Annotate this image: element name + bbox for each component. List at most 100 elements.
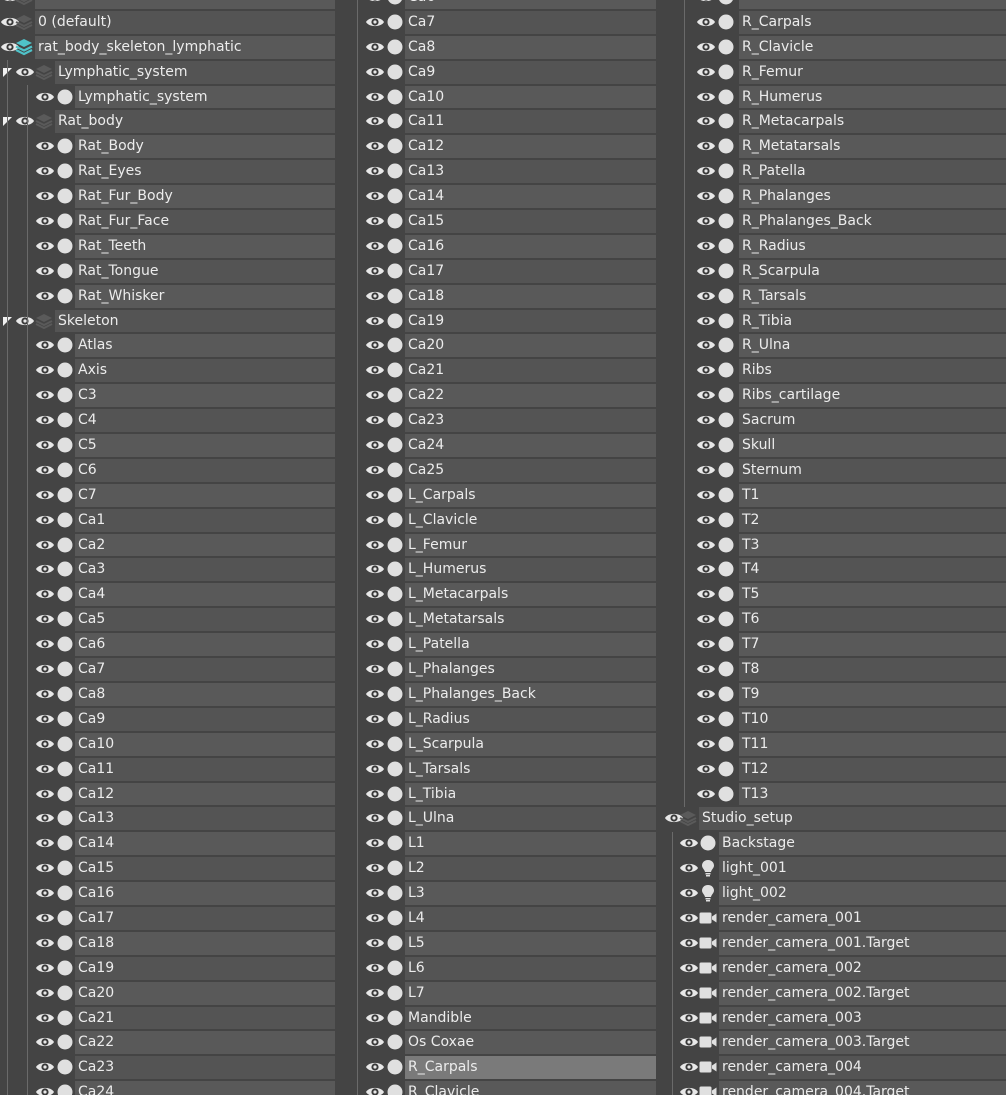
outliner-row[interactable]: Ca15 bbox=[340, 209, 656, 234]
scene-explorer-column-2[interactable]: Ca6 Ca7 Ca8 Ca9 Ca10 Ca11 Ca12 Ca13 Ca14 Ca15 Ca16… bbox=[340, 0, 656, 1095]
outliner-row[interactable]: R_Ulna bbox=[664, 333, 1006, 358]
outliner-row[interactable]: T7 bbox=[664, 632, 1006, 657]
visibility-eye-icon[interactable] bbox=[365, 1035, 385, 1049]
outliner-row[interactable]: Studio_setup bbox=[664, 806, 1006, 831]
visibility-eye-icon[interactable] bbox=[365, 787, 385, 801]
outliner-row[interactable]: Ca23 bbox=[0, 1055, 335, 1080]
outliner-row[interactable]: Ca16 bbox=[340, 234, 656, 259]
visibility-eye-icon[interactable] bbox=[679, 1085, 699, 1095]
visibility-eye-icon[interactable] bbox=[35, 488, 55, 502]
outliner-row[interactable]: Ribs_cartilage bbox=[664, 383, 1006, 408]
outliner-row[interactable]: Rat_body bbox=[0, 109, 335, 134]
visibility-eye-icon[interactable] bbox=[696, 762, 716, 776]
visibility-eye-icon[interactable] bbox=[365, 737, 385, 751]
outliner-row[interactable]: C6 bbox=[0, 458, 335, 483]
visibility-eye-icon[interactable] bbox=[35, 463, 55, 477]
outliner-row[interactable]: Ca12 bbox=[0, 782, 335, 807]
visibility-eye-icon[interactable] bbox=[365, 662, 385, 676]
visibility-eye-icon[interactable] bbox=[679, 886, 699, 900]
visibility-eye-icon[interactable] bbox=[696, 712, 716, 726]
scene-explorer-column-3[interactable]: R_Carpals R_Clavicle R_Femur R_Humerus R_Met… bbox=[664, 0, 1006, 1095]
visibility-eye-icon[interactable] bbox=[696, 662, 716, 676]
visibility-eye-icon[interactable] bbox=[696, 612, 716, 626]
visibility-eye-icon[interactable] bbox=[365, 911, 385, 925]
visibility-eye-icon[interactable] bbox=[35, 90, 55, 104]
outliner-row[interactable]: Rat_Whisker bbox=[0, 284, 335, 309]
outliner-row[interactable]: Ribs bbox=[664, 358, 1006, 383]
outliner-row[interactable]: L1 bbox=[340, 831, 656, 856]
visibility-eye-icon[interactable] bbox=[696, 164, 716, 178]
outliner-row[interactable]: Ca25 bbox=[340, 458, 656, 483]
visibility-eye-icon[interactable] bbox=[696, 338, 716, 352]
outliner-row[interactable]: render_camera_002.Target bbox=[664, 981, 1006, 1006]
visibility-eye-icon[interactable] bbox=[365, 612, 385, 626]
outliner-row[interactable]: Ca3 bbox=[0, 557, 335, 582]
outliner-row[interactable]: Ca21 bbox=[340, 358, 656, 383]
visibility-eye-icon[interactable] bbox=[696, 488, 716, 502]
visibility-eye-icon[interactable] bbox=[679, 986, 699, 1000]
outliner-row[interactable]: L6 bbox=[340, 956, 656, 981]
visibility-eye-icon[interactable] bbox=[35, 438, 55, 452]
visibility-eye-icon[interactable] bbox=[696, 239, 716, 253]
visibility-eye-icon[interactable] bbox=[365, 886, 385, 900]
outliner-row[interactable]: R_Clavicle bbox=[340, 1080, 656, 1095]
visibility-eye-icon[interactable] bbox=[365, 1085, 385, 1095]
outliner-row[interactable]: render_camera_004 bbox=[664, 1055, 1006, 1080]
visibility-eye-icon[interactable] bbox=[35, 1011, 55, 1025]
outliner-row[interactable]: render_camera_003.Target bbox=[664, 1030, 1006, 1055]
outliner-row[interactable]: Ca21 bbox=[0, 1006, 335, 1031]
visibility-eye-icon[interactable] bbox=[35, 413, 55, 427]
outliner-row[interactable]: Ca18 bbox=[0, 931, 335, 956]
visibility-eye-icon[interactable] bbox=[696, 114, 716, 128]
outliner-row[interactable]: Ca9 bbox=[0, 707, 335, 732]
visibility-eye-icon[interactable] bbox=[365, 811, 385, 825]
visibility-eye-icon[interactable] bbox=[35, 363, 55, 377]
outliner-row[interactable]: R_Tarsals bbox=[664, 284, 1006, 309]
outliner-row[interactable]: render_camera_002 bbox=[664, 956, 1006, 981]
visibility-eye-icon[interactable] bbox=[696, 787, 716, 801]
outliner-row[interactable]: T10 bbox=[664, 707, 1006, 732]
outliner-row[interactable]: Sternum bbox=[664, 458, 1006, 483]
outliner-row[interactable]: L_Humerus bbox=[340, 557, 656, 582]
outliner-row[interactable]: L_Radius bbox=[340, 707, 656, 732]
outliner-row[interactable]: T12 bbox=[664, 757, 1006, 782]
outliner-row[interactable]: Ca17 bbox=[0, 906, 335, 931]
outliner-row[interactable]: C4 bbox=[0, 408, 335, 433]
outliner-row[interactable]: Ca13 bbox=[0, 806, 335, 831]
outliner-row[interactable]: L_Ulna bbox=[340, 806, 656, 831]
visibility-eye-icon[interactable] bbox=[696, 289, 716, 303]
outliner-row[interactable]: C3 bbox=[0, 383, 335, 408]
visibility-eye-icon[interactable] bbox=[35, 637, 55, 651]
visibility-eye-icon[interactable] bbox=[35, 712, 55, 726]
visibility-eye-icon[interactable] bbox=[35, 289, 55, 303]
visibility-eye-icon[interactable] bbox=[365, 189, 385, 203]
outliner-row[interactable]: Ca10 bbox=[0, 732, 335, 757]
visibility-eye-icon[interactable] bbox=[365, 65, 385, 79]
outliner-row[interactable]: L5 bbox=[340, 931, 656, 956]
visibility-eye-icon[interactable] bbox=[35, 836, 55, 850]
visibility-eye-icon[interactable] bbox=[35, 886, 55, 900]
outliner-row[interactable]: C5 bbox=[0, 433, 335, 458]
visibility-eye-icon[interactable] bbox=[35, 687, 55, 701]
visibility-eye-icon[interactable] bbox=[35, 861, 55, 875]
visibility-eye-icon[interactable] bbox=[696, 413, 716, 427]
visibility-eye-icon[interactable] bbox=[696, 562, 716, 576]
outliner-row[interactable]: R_Patella bbox=[664, 159, 1006, 184]
visibility-eye-icon[interactable] bbox=[679, 1011, 699, 1025]
visibility-eye-icon[interactable] bbox=[35, 936, 55, 950]
outliner-row[interactable]: L_Phalanges bbox=[340, 657, 656, 682]
visibility-eye-icon[interactable] bbox=[365, 936, 385, 950]
outliner-row[interactable]: render_camera_001.Target bbox=[664, 931, 1006, 956]
visibility-eye-icon[interactable] bbox=[365, 1060, 385, 1074]
outliner-row[interactable]: Rat_Tongue bbox=[0, 259, 335, 284]
visibility-eye-icon[interactable] bbox=[35, 662, 55, 676]
visibility-eye-icon[interactable] bbox=[365, 587, 385, 601]
outliner-row[interactable]: T1 bbox=[664, 483, 1006, 508]
outliner-row[interactable]: T4 bbox=[664, 557, 1006, 582]
visibility-eye-icon[interactable] bbox=[35, 214, 55, 228]
outliner-row[interactable]: Skull bbox=[664, 433, 1006, 458]
outliner-row[interactable]: R_Metacarpals bbox=[664, 109, 1006, 134]
visibility-eye-icon[interactable] bbox=[365, 363, 385, 377]
outliner-row[interactable]: L_Clavicle bbox=[340, 508, 656, 533]
visibility-eye-icon[interactable] bbox=[696, 40, 716, 54]
